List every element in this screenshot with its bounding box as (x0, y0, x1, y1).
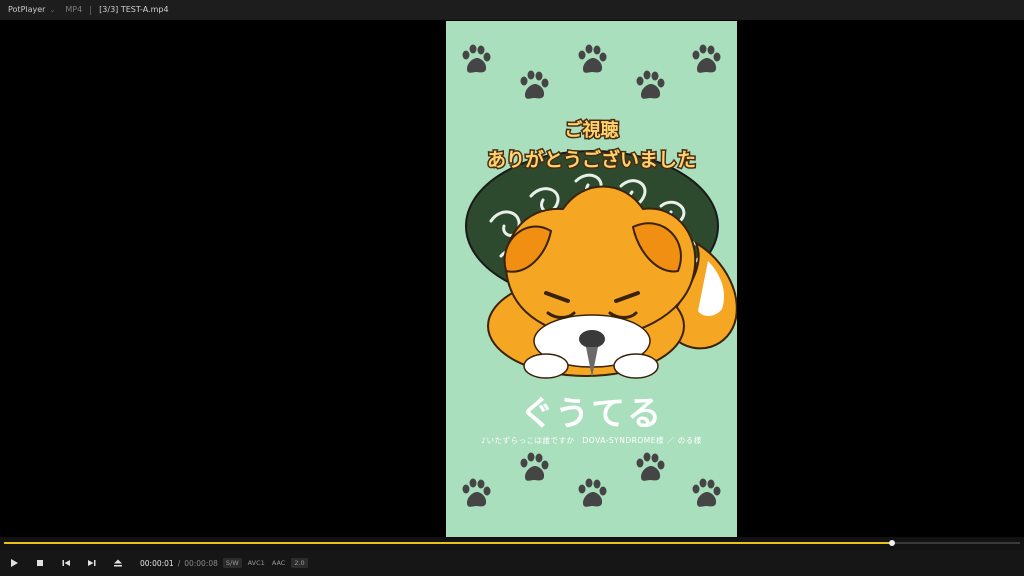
seek-handle[interactable] (888, 540, 895, 546)
music-credit: ♪いたずらっこは誰ですか DOVA-SYNDROME様 ／ のる様 (481, 436, 702, 445)
video-frame[interactable]: ご視聴 ありがとうございました ぐうてる ♪いたずらっこは誰ですか DOVA-S… (446, 21, 737, 537)
video-codec-badge[interactable]: AVC1 (247, 558, 266, 568)
play-icon (11, 559, 18, 567)
audio-codec-badge[interactable]: AAC (271, 558, 287, 568)
decoder-badge[interactable]: S/W (222, 558, 242, 568)
seek-track[interactable] (4, 540, 1020, 546)
previous-icon (62, 560, 70, 566)
caption-line-1: ご視聴 (563, 119, 620, 143)
paw-print-icon (692, 478, 721, 507)
title-divider (90, 5, 92, 15)
play-button[interactable] (2, 550, 26, 576)
format-label: MP4 (65, 5, 83, 14)
caption-line-2: ありがとうございました (485, 148, 697, 173)
app-menu-button[interactable]: PotPlayer (0, 0, 45, 20)
current-time[interactable]: 00:00:01 (140, 559, 174, 568)
stop-button[interactable] (28, 550, 52, 576)
paw-print-icon (462, 478, 491, 507)
sleeping-fox-illustration (465, 150, 737, 379)
next-icon (88, 560, 96, 566)
paw-print-icon (578, 478, 607, 507)
paw-print-icon (636, 452, 665, 481)
stop-icon (37, 560, 43, 566)
seek-progress (4, 542, 892, 544)
title-bar[interactable]: PotPlayer ⌄ MP4 [3/3] TEST-A.mp4 (0, 0, 1024, 20)
video-area[interactable]: ご視聴 ありがとうございました ぐうてる ♪いたずらっこは誰ですか DOVA-S… (0, 20, 1024, 537)
total-time[interactable]: 00:00:08 (184, 559, 218, 568)
seek-bar[interactable] (0, 537, 1024, 550)
eject-button[interactable] (106, 550, 130, 576)
next-button[interactable] (80, 550, 104, 576)
file-title: [3/3] TEST-A.mp4 (99, 5, 169, 14)
paw-print-icon (520, 452, 549, 481)
chevron-down-icon[interactable]: ⌄ (49, 0, 55, 20)
audio-channels-badge[interactable]: 2.0 (291, 558, 308, 568)
eject-icon (114, 559, 122, 567)
previous-button[interactable] (54, 550, 78, 576)
potplayer-window: PotPlayer ⌄ MP4 [3/3] TEST-A.mp4 ご視聴 ありが… (0, 0, 1024, 576)
ending-title: ぐうてる (519, 394, 664, 434)
time-separator: / (177, 558, 181, 568)
control-bar: 00:00:01 / 00:00:08 S/W AVC1 AAC 2.0 (0, 550, 1024, 576)
